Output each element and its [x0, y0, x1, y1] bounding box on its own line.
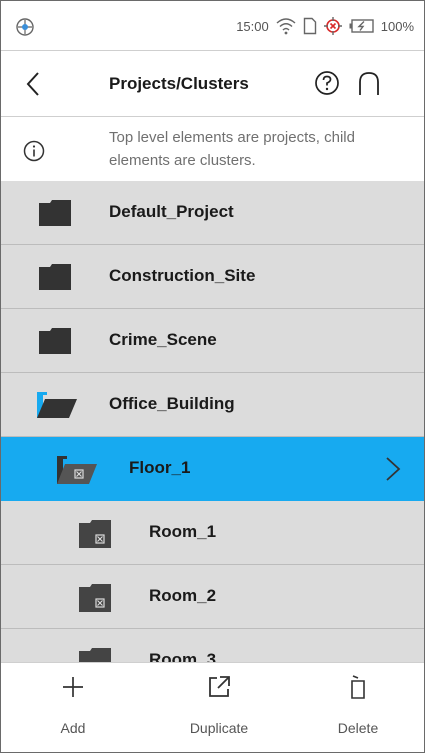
- cluster-folder-open-icon: [57, 456, 97, 484]
- chevron-right-icon[interactable]: [384, 455, 402, 483]
- cluster-folder-icon: [79, 648, 111, 662]
- app-frame: 15:00 100% Projects/Clusters Top level e…: [0, 0, 425, 753]
- info-panel: Top level elements are projects, child e…: [1, 118, 424, 181]
- sim-card-icon: [303, 17, 316, 35]
- list-item[interactable]: Room_3: [1, 629, 424, 662]
- folder-icon: [39, 264, 71, 290]
- delete-label: Delete: [337, 720, 379, 736]
- duplicate-icon: [209, 676, 230, 697]
- list-item[interactable]: Crime_Scene: [1, 309, 424, 373]
- duplicate-button[interactable]: Duplicate: [149, 663, 289, 752]
- add-button[interactable]: Add: [3, 663, 143, 752]
- plus-icon: [63, 677, 83, 697]
- info-icon: [23, 140, 45, 162]
- list-item[interactable]: Room_2: [1, 565, 424, 629]
- info-text: Top level elements are projects, child e…: [109, 129, 355, 169]
- list-item-label: Room_1: [149, 522, 217, 541]
- cluster-folder-icon: [79, 520, 111, 548]
- list-item-label: Crime_Scene: [109, 330, 217, 349]
- list-item-label: Room_2: [149, 586, 217, 605]
- list-item[interactable]: Construction_Site: [1, 245, 424, 309]
- location-target-icon: [16, 18, 34, 36]
- project-cluster-list: Default_Project Construction_Site Crime_…: [1, 181, 424, 662]
- list-item-label: Default_Project: [109, 202, 234, 221]
- list-item-label: Office_Building: [109, 394, 235, 413]
- back-icon[interactable]: [21, 70, 47, 98]
- add-label: Add: [60, 720, 86, 736]
- list-item-label: Room_3: [149, 650, 217, 662]
- delete-button[interactable]: Delete: [288, 663, 424, 752]
- home-icon[interactable]: [356, 70, 382, 96]
- battery-charging-icon: [349, 19, 374, 33]
- cluster-folder-icon: [79, 584, 111, 612]
- folder-icon: [39, 200, 71, 226]
- list-item[interactable]: Default_Project: [1, 181, 424, 245]
- header: Projects/Clusters: [1, 52, 424, 117]
- status-bar: 15:00 100%: [1, 1, 424, 51]
- wifi-icon: [276, 18, 296, 35]
- list-item-label: Construction_Site: [109, 266, 256, 285]
- page-title: Projects/Clusters: [109, 74, 249, 93]
- folder-icon: [39, 328, 71, 354]
- status-indicators: 15:00 100%: [236, 16, 414, 36]
- list-item[interactable]: Room_1: [1, 501, 424, 565]
- help-icon[interactable]: [314, 70, 340, 96]
- battery-level: 100%: [380, 18, 414, 34]
- status-time: 15:00: [236, 18, 269, 34]
- list-item-label: Floor_1: [129, 458, 191, 477]
- duplicate-label: Duplicate: [189, 720, 249, 736]
- list-item-selected[interactable]: Floor_1: [1, 437, 424, 501]
- bottom-toolbar: Add Duplicate Delete: [1, 662, 424, 752]
- gps-icon: [323, 17, 342, 35]
- list-item[interactable]: Office_Building: [1, 373, 424, 437]
- trash-icon: [351, 675, 365, 699]
- folder-open-icon: [37, 392, 77, 418]
